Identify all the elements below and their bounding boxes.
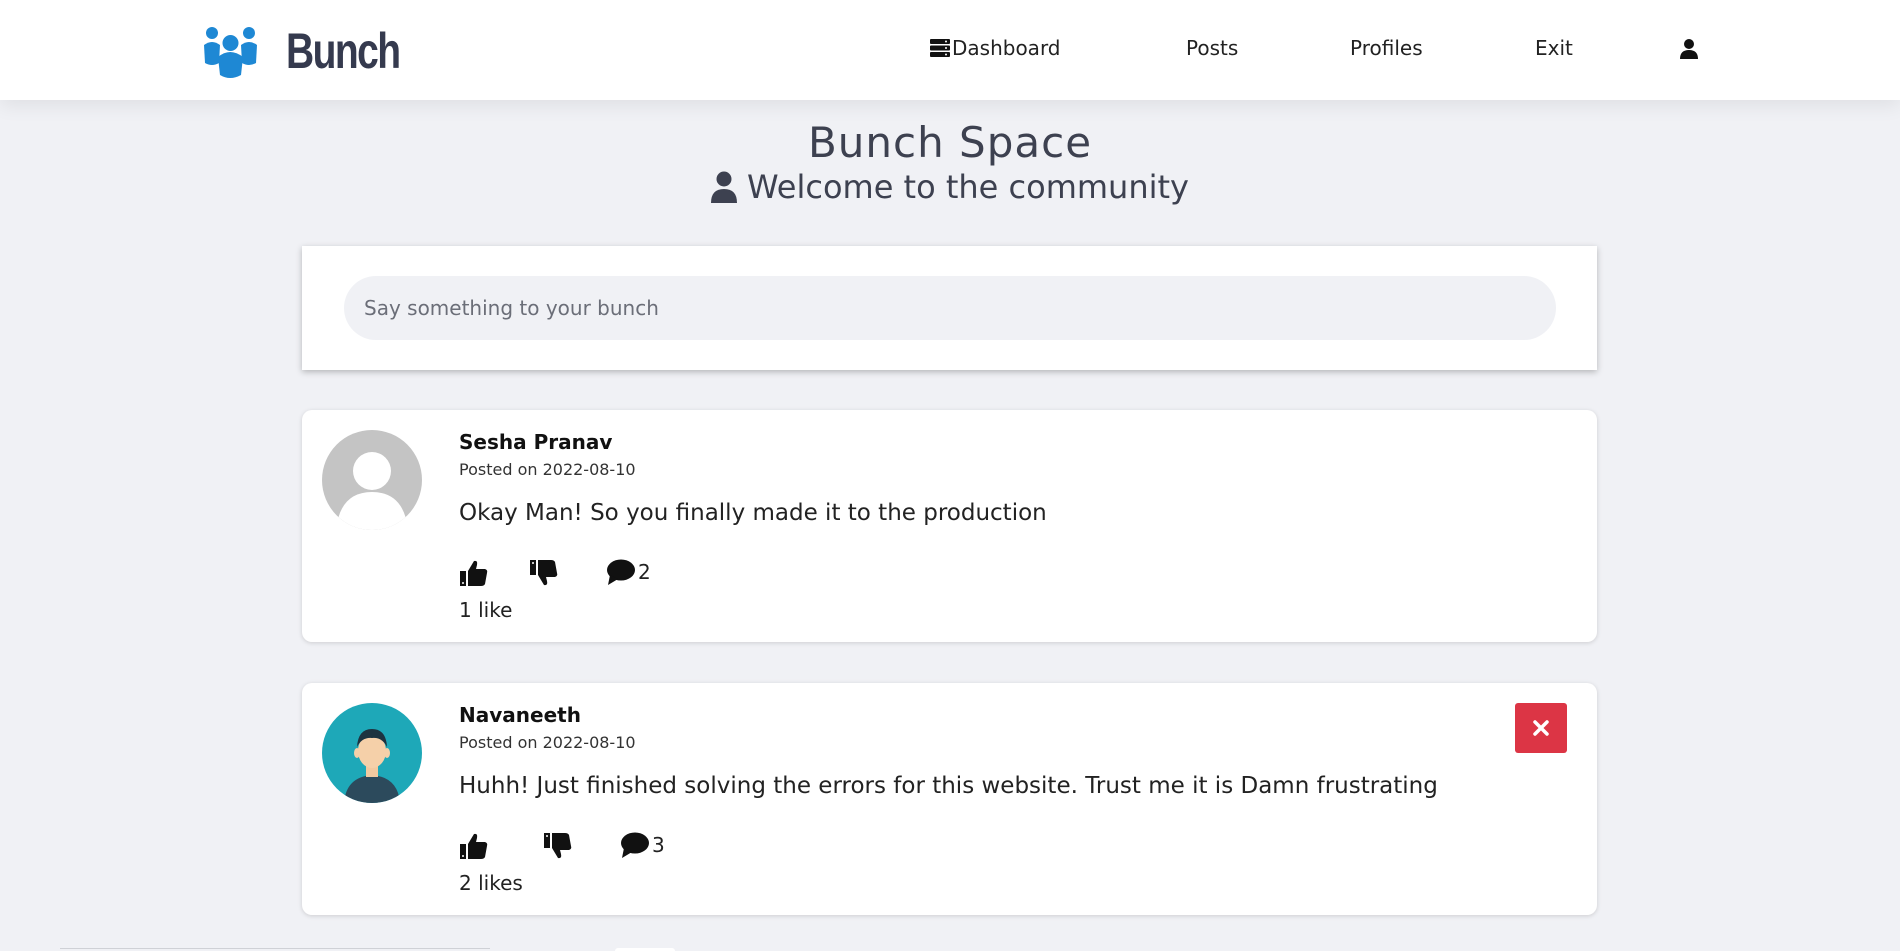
post-text: Huhh! Just finished solving the errors f… <box>459 773 1438 799</box>
post-text: Okay Man! So you finally made it to the … <box>459 500 1047 526</box>
delete-post-button[interactable] <box>1515 703 1567 753</box>
comment-count: 3 <box>652 833 665 857</box>
thumbs-down-icon <box>544 833 572 859</box>
dislike-button[interactable] <box>529 558 559 588</box>
nav-dashboard-label: Dashboard <box>952 36 1061 60</box>
comment-icon <box>607 559 635 585</box>
post-date: Posted on 2022-08-10 <box>459 733 636 752</box>
comment-count: 2 <box>638 560 651 584</box>
user-icon[interactable] <box>1680 39 1700 59</box>
user-avatar <box>322 703 422 803</box>
bunch-logo-icon <box>204 27 257 78</box>
user-icon <box>711 171 737 203</box>
default-avatar <box>322 430 422 530</box>
page-subtitle: Welcome to the community <box>0 168 1900 206</box>
nav-dashboard[interactable]: Dashboard <box>930 36 1061 60</box>
navbar: Bunch Dashboard Posts Profiles Exit <box>0 0 1900 100</box>
brand[interactable]: Bunch <box>202 20 432 82</box>
post-composer <box>302 246 1597 370</box>
brand-name: Bunch <box>286 23 401 79</box>
dislike-button[interactable] <box>543 831 573 861</box>
thumbs-down-icon <box>530 560 558 586</box>
post-card: Navaneeth Posted on 2022-08-10 Huhh! Jus… <box>302 683 1597 915</box>
nav-posts[interactable]: Posts <box>1186 36 1238 60</box>
post-author[interactable]: Sesha Pranav <box>459 430 612 454</box>
post-input[interactable] <box>344 276 1556 340</box>
post-author[interactable]: Navaneeth <box>459 703 581 727</box>
nav-exit[interactable]: Exit <box>1535 36 1573 60</box>
server-icon <box>930 39 950 57</box>
thumbs-up-icon <box>460 560 488 586</box>
thumbs-up-icon <box>460 833 488 859</box>
page-subtitle-text: Welcome to the community <box>747 168 1189 206</box>
post-date: Posted on 2022-08-10 <box>459 460 636 479</box>
post-card: Sesha Pranav Posted on 2022-08-10 Okay M… <box>302 410 1597 642</box>
like-count: 1 like <box>459 598 513 622</box>
comments-button[interactable]: 2 <box>606 558 651 586</box>
comments-button[interactable]: 3 <box>620 831 665 859</box>
comment-icon <box>621 832 649 858</box>
close-icon <box>1533 720 1549 736</box>
like-count: 2 likes <box>459 871 523 895</box>
nav-profiles[interactable]: Profiles <box>1350 36 1423 60</box>
like-button[interactable] <box>459 831 489 861</box>
page-title: Bunch Space <box>807 118 1093 167</box>
like-button[interactable] <box>459 558 489 588</box>
